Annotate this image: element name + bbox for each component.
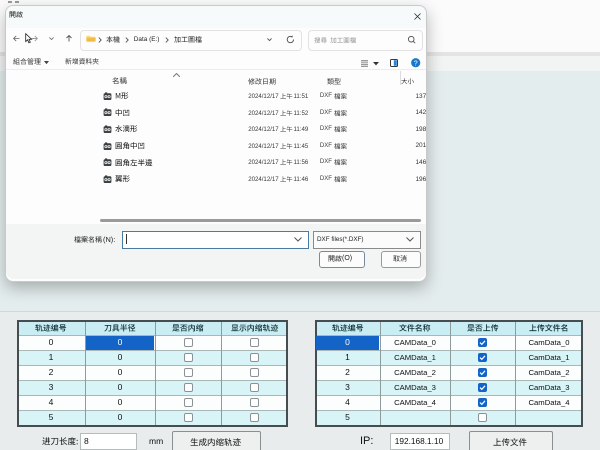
svg-text:?: ? — [414, 61, 418, 68]
